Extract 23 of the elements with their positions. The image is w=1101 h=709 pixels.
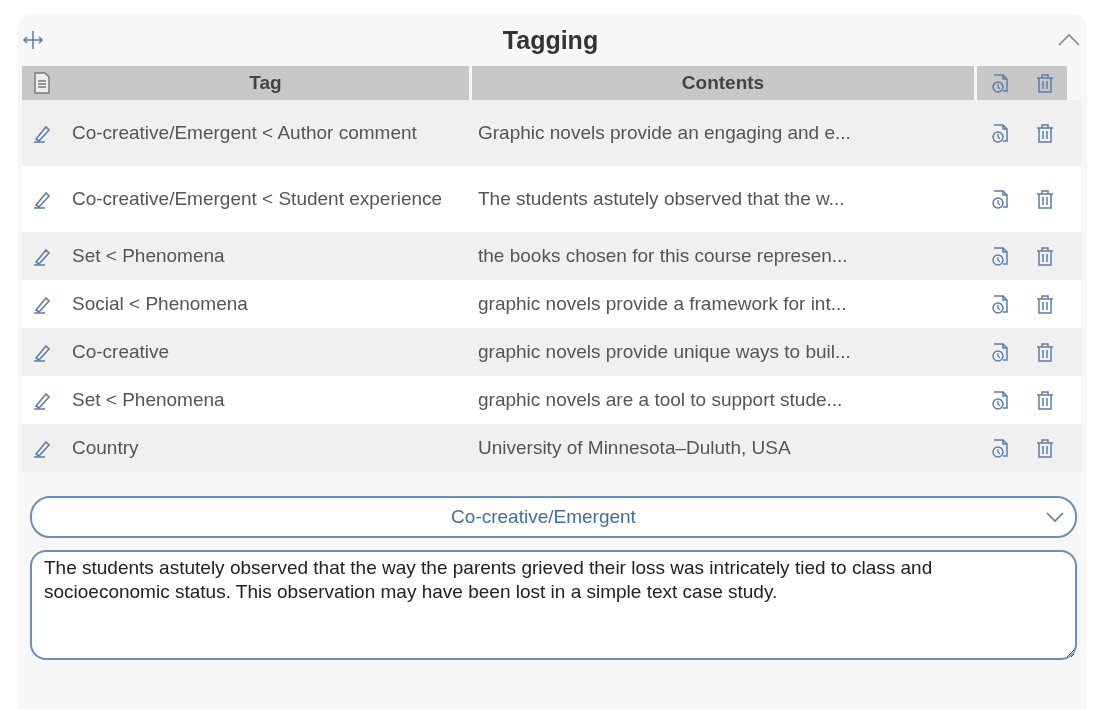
table-cell-text: The students astutely observed that the w... bbox=[477, 188, 846, 210]
table-cell-text: University of Minnesota–Duluth, USA bbox=[477, 437, 792, 459]
collapse-chevron-icon[interactable] bbox=[1057, 33, 1081, 47]
table-cell-text: the books chosen for this course represen... bbox=[477, 245, 849, 267]
tag-dropdown[interactable]: Co-creative/Emergent bbox=[30, 496, 1077, 538]
table-cell-text: graphic novels are a tool to support stude... bbox=[477, 389, 844, 411]
chevron-down-icon bbox=[1045, 511, 1065, 523]
table-cell-text: Social < Phenomena bbox=[71, 293, 249, 315]
table-cell-text: Co-creative bbox=[71, 341, 171, 363]
table-cell-text: Co-creative/Emergent < Author comment bbox=[71, 122, 418, 144]
column-header[interactable]: Contents bbox=[472, 66, 977, 100]
table-cell-text: graphic novels provide unique ways to buil... bbox=[477, 341, 852, 363]
panel-title: Tagging bbox=[501, 25, 600, 55]
document-icon[interactable] bbox=[33, 72, 51, 94]
move-icon[interactable] bbox=[22, 29, 44, 51]
table-cell-text: Set < Phenomena bbox=[71, 389, 226, 411]
column-header[interactable]: Tag bbox=[62, 66, 472, 100]
table-cell-text: Graphic novels provide an engaging and e... bbox=[477, 122, 852, 144]
table-cell-text: Set < Phenomena bbox=[71, 245, 226, 267]
table-cell-text: Country bbox=[71, 437, 140, 459]
table-cell-text: Co-creative/Emergent < Student experience bbox=[71, 188, 444, 210]
table-cell-text: graphic novels provide a framework for int... bbox=[477, 293, 848, 315]
text-field[interactable]: The students astutely observed that the way the parents grieved their loss was intricately tied to class and socioeconomic status. This observation may have been lost in a simple text case study. bbox=[30, 550, 1077, 660]
